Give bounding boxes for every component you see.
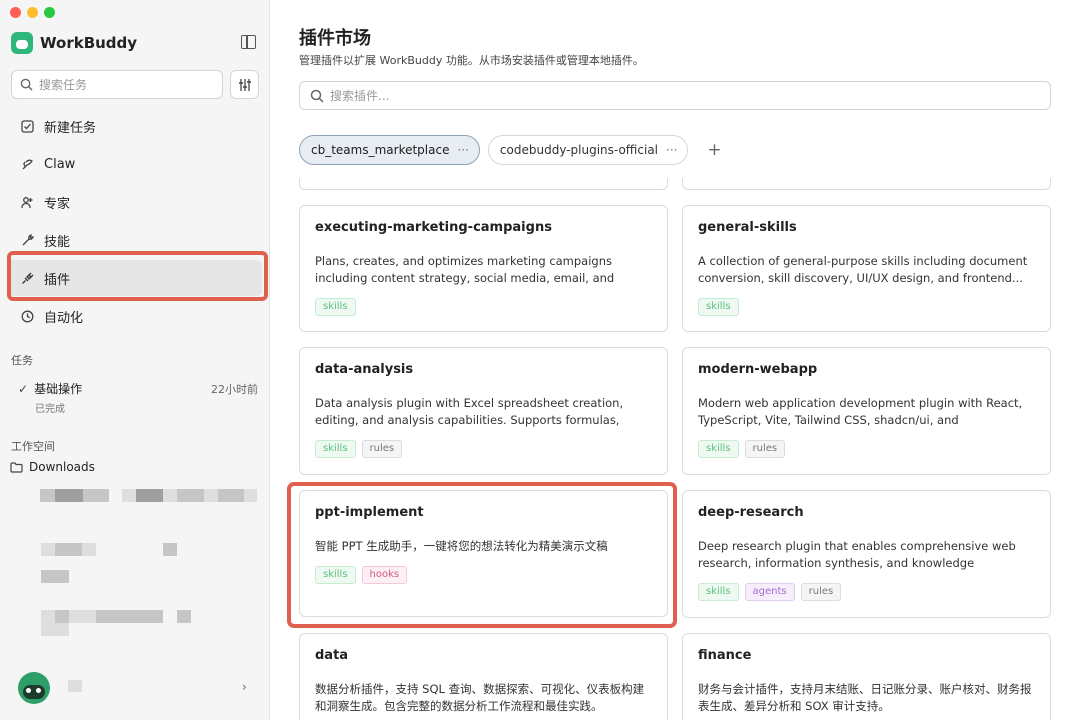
folder-name: Downloads (29, 460, 95, 474)
plugin-card-description: 数据分析插件，支持 SQL 查询、数据探索、可视化、仪表板构建和洞察生成。包含完… (315, 682, 645, 713)
check-icon: ✓ (18, 381, 29, 396)
plugin-search-input[interactable] (330, 88, 930, 103)
nav-label: 专家 (44, 196, 71, 212)
plugin-card-title: finance (698, 648, 752, 663)
tag-rules: rules (744, 440, 786, 458)
plugin-card[interactable]: finance 财务与会计插件，支持月末结账、日记账分录、账户核对、财务报表生成… (682, 633, 1051, 720)
filter-sliders-icon (238, 78, 251, 91)
highlight-box-ppt-implement (287, 482, 677, 628)
folder-icon (10, 461, 23, 473)
plugin-card-description: Plans, creates, and optimizes marketing … (315, 254, 615, 285)
plugin-card[interactable]: data 数据分析插件，支持 SQL 查询、数据探索、可视化、仪表板构建和洞察生… (299, 633, 668, 720)
sidebar: WorkBuddy 新建任务 Claw 专家 技能 插件 (0, 0, 270, 720)
claw-icon (20, 157, 34, 171)
plugin-card[interactable]: data-analysis Data analysis plugin with … (299, 347, 668, 475)
new-task-icon (20, 119, 34, 133)
tasks-section-label: 任务 (11, 354, 33, 367)
plugin-card-description: Deep research plugin that enables compre… (698, 539, 1016, 570)
nav-label: 技能 (44, 234, 71, 250)
nav-label: Claw (44, 156, 76, 172)
card-stub (682, 178, 1051, 190)
plugin-card[interactable]: deep-research Deep research plugin that … (682, 490, 1051, 618)
plugin-card[interactable]: executing-marketing-campaigns Plans, cre… (299, 205, 668, 332)
app-name: WorkBuddy (40, 34, 138, 52)
filter-button[interactable] (230, 70, 259, 99)
highlight-box-plugins (7, 251, 268, 301)
tab-codebuddy-plugins-official[interactable]: codebuddy-plugins-official ··· (487, 135, 689, 165)
plugin-card[interactable]: general-skills A collection of general-p… (682, 205, 1051, 332)
tag-skills: skills (315, 298, 356, 316)
card-stub (299, 178, 668, 190)
search-icon (310, 89, 324, 103)
close-window-button[interactable] (10, 7, 21, 18)
plugin-card-description: Modern web application development plugi… (698, 396, 1023, 427)
search-icon (20, 78, 33, 91)
tab-cb-teams-marketplace[interactable]: cb_teams_marketplace ··· (299, 135, 480, 165)
add-marketplace-icon[interactable]: + (702, 138, 726, 162)
window-controls (10, 7, 55, 18)
task-search-input[interactable] (39, 77, 199, 92)
page-subtitle: 管理插件以扩展 WorkBuddy 功能。从市场安装插件或管理本地插件。 (299, 54, 644, 67)
maximize-window-button[interactable] (44, 7, 55, 18)
task-status: 已完成 (35, 404, 65, 415)
page-title: 插件市场 (299, 28, 371, 49)
workbuddy-logo-icon (11, 32, 33, 54)
plugin-card-title: modern-webapp (698, 362, 818, 377)
task-time: 22小时前 (211, 382, 258, 396)
tag-agents: agents (744, 583, 795, 601)
nav-label: 新建任务 (44, 120, 97, 136)
nav-label: 自动化 (44, 310, 84, 326)
plugin-card-description: Data analysis plugin with Excel spreadsh… (315, 396, 624, 427)
plugin-card[interactable]: modern-webapp Modern web application dev… (682, 347, 1051, 475)
sidebar-toggle-icon[interactable] (241, 35, 256, 49)
tag-rules: rules (361, 440, 403, 458)
more-options-icon[interactable]: ··· (457, 143, 468, 157)
tag-skills: skills (698, 583, 739, 601)
tag-skills: skills (315, 440, 356, 458)
plugin-card-title: deep-research (698, 505, 804, 520)
workspace-section-label: 工作空间 (11, 440, 55, 453)
tag-rules: rules (800, 583, 842, 601)
marketplace-tabs: cb_teams_marketplace ··· codebuddy-plugi… (299, 135, 726, 165)
task-item[interactable]: ✓ 基础操作 22小时前 已完成 (18, 380, 258, 416)
automation-icon (20, 309, 34, 323)
skills-icon (20, 233, 34, 247)
plugin-search[interactable] (299, 81, 1051, 110)
task-name: 基础操作 (34, 382, 83, 396)
tag-skills: skills (698, 298, 739, 316)
tab-label: cb_teams_marketplace (311, 143, 450, 157)
experts-icon (20, 195, 34, 209)
plugin-card-title: data (315, 648, 349, 663)
tag-skills: skills (698, 440, 739, 458)
minimize-window-button[interactable] (27, 7, 38, 18)
nav-item-claw[interactable]: Claw (8, 146, 262, 182)
sidebar-nav: 新建任务 Claw 专家 技能 插件 自动化 (8, 108, 262, 336)
plugin-card-description: A collection of general-purpose skills i… (698, 254, 1028, 285)
task-search[interactable] (11, 70, 223, 99)
tab-label: codebuddy-plugins-official (499, 143, 659, 157)
nav-item-automation[interactable]: 自动化 (8, 298, 262, 334)
brand: WorkBuddy (11, 32, 137, 54)
nav-item-new-task[interactable]: 新建任务 (8, 108, 262, 144)
more-options-icon[interactable]: ··· (666, 143, 677, 157)
plugin-card-title: general-skills (698, 220, 797, 235)
plugin-card-title: executing-marketing-campaigns (315, 220, 552, 235)
workspace-folder[interactable]: Downloads (10, 460, 95, 474)
user-avatar[interactable] (18, 672, 50, 704)
plugin-card-description: 财务与会计插件，支持月末结账、日记账分录、账户核对、财务报表生成、差异分析和 S… (698, 682, 1032, 713)
chevron-right-icon[interactable]: › (242, 680, 247, 694)
plugin-card-title: data-analysis (315, 362, 414, 377)
nav-item-experts[interactable]: 专家 (8, 184, 262, 220)
